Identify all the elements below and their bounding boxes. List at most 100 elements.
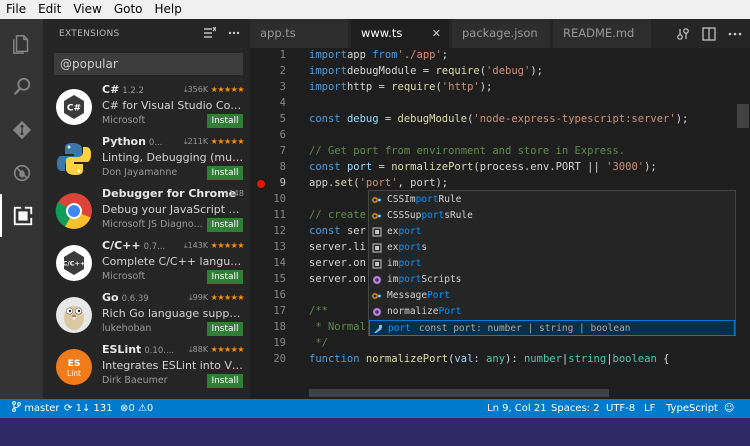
line-number: 3 [279, 81, 286, 93]
install-button[interactable]: Install [207, 374, 243, 388]
install-button[interactable]: Install [207, 166, 243, 180]
extension-item-go[interactable]: Go 0.6.39 ⤓99K ★★★★★ Rich Go language sup… [43, 290, 250, 342]
line-number: 2 [279, 65, 286, 77]
install-button[interactable]: Install [207, 270, 243, 284]
suggestion-label-part: im [387, 274, 399, 285]
line-number: 16 [273, 289, 286, 301]
menu-file[interactable]: File [0, 0, 32, 19]
extensions-list: C# C# 1.2.2 ⤓356K ★★★★★ C# for Visual Stu… [43, 82, 250, 394]
language-mode[interactable]: TypeScript [666, 399, 718, 418]
tab-label: README.md [563, 26, 635, 40]
module-icon [372, 227, 382, 237]
rating-stars: ★★★★★ [210, 85, 245, 94]
feedback-icon[interactable]: ☺ [724, 399, 734, 418]
clear-extensions-icon[interactable] [204, 26, 217, 42]
line-number: 11 [273, 209, 286, 221]
extensions-icon[interactable] [0, 194, 43, 237]
suggestion-item[interactable]: exports [369, 240, 735, 256]
code-token: debugModule [397, 113, 468, 125]
source-control-icon[interactable] [0, 108, 43, 151]
indentation[interactable]: Spaces: 2 [551, 399, 600, 418]
sync-status[interactable]: ⟳ 1↓ 131 [64, 399, 113, 418]
code-line: app.set('port', port); [309, 177, 448, 189]
menu-view[interactable]: View [67, 0, 107, 19]
code-token: import [309, 81, 347, 93]
code-token: app. [309, 177, 335, 189]
code-token: ); [479, 81, 493, 93]
vertical-scrollbar[interactable] [736, 48, 750, 399]
suggestion-item[interactable]: importScripts [369, 272, 735, 288]
module-icon [372, 243, 382, 253]
code-token: http = [346, 81, 392, 93]
code-token: : [473, 353, 487, 365]
split-editor-icon[interactable] [702, 26, 716, 45]
extension-name: Python [102, 135, 146, 148]
suggestion-item[interactable]: MessagePort [369, 288, 735, 304]
extension-publisher: Dirk Baeumer [102, 375, 168, 386]
install-button[interactable]: Install [207, 218, 243, 232]
suggestion-item[interactable]: port const port: number | string | boolea… [369, 320, 735, 336]
code-line: /** [309, 305, 328, 317]
line-number: 4 [279, 97, 286, 109]
extension-name: ESLint [102, 343, 142, 356]
scrollbar-thumb[interactable] [737, 104, 749, 128]
warning-count: 0 [146, 403, 154, 414]
tab-package-json[interactable]: package.json [452, 19, 550, 48]
more-actions-icon[interactable] [228, 27, 240, 42]
install-button[interactable]: Install [207, 322, 243, 336]
open-changes-icon[interactable] [676, 26, 690, 45]
extensions-search-input[interactable]: @popular [54, 53, 243, 75]
end-of-line[interactable]: LF [644, 399, 655, 418]
menu-goto[interactable]: Goto [108, 0, 149, 19]
code-line: const debug = debugModule('node-express-… [309, 113, 688, 125]
search-icon[interactable] [0, 65, 43, 108]
line-number: 15 [273, 273, 286, 285]
warning-icon: ⚠ [137, 403, 147, 414]
debug-icon[interactable] [0, 151, 43, 194]
code-token: debug [346, 113, 379, 125]
tab-www-ts[interactable]: www.ts ✕ [351, 19, 449, 48]
suggestion-item[interactable]: export [369, 224, 735, 240]
extension-publisher: Don Jayamanne [102, 167, 178, 178]
extension-item-debugger-for-chrome[interactable]: Debugger for Chrome ⤓148 Debug your Java… [43, 186, 250, 238]
menu-edit[interactable]: Edit [32, 0, 67, 19]
install-button[interactable]: Install [207, 114, 243, 128]
cursor-position[interactable]: Ln 9, Col 21 [487, 399, 547, 418]
problems-status[interactable]: ⊗0 ⚠0 [120, 399, 153, 418]
suggestion-item[interactable]: CSSSupportsRule [369, 208, 735, 224]
tab-label: package.json [462, 26, 538, 40]
code-token: import [309, 65, 347, 77]
csharp-logo-text: C# [67, 104, 81, 114]
extension-item-cpp[interactable]: C/C++ C/C++ 0.7... ⤓143K ★★★★★ Complete C… [43, 238, 250, 290]
more-actions-icon[interactable] [728, 26, 742, 45]
horizontal-scrollbar[interactable] [309, 389, 609, 397]
line-number: 10 [273, 193, 286, 205]
tab-app-ts[interactable]: app.ts [250, 19, 348, 48]
suggestion-item[interactable]: import [369, 256, 735, 272]
explorer-icon[interactable] [0, 22, 43, 65]
code-token: require [391, 81, 436, 93]
code-token: 'debug' [486, 65, 531, 77]
code-line: * Normal [309, 321, 366, 333]
line-number: 14 [273, 257, 286, 269]
close-tab-icon[interactable]: ✕ [432, 19, 441, 48]
code-line: // create [309, 209, 366, 221]
suggestion-item[interactable]: CSSImportRule [369, 192, 735, 208]
sync-counts: 1↓ 131 [75, 403, 113, 414]
suggestion-item[interactable]: normalizePort [369, 304, 735, 320]
tab-readme-md[interactable]: README.md [553, 19, 651, 48]
code-editor[interactable]: 1 2 3 4 5 6 7 8 9 10 11 12 13 14 15 16 1… [250, 48, 750, 399]
extension-version: 0.10.... [144, 346, 175, 356]
line-number: 20 [273, 353, 286, 365]
suggestion-label-part: im [387, 258, 399, 269]
error-count: 0 [128, 403, 135, 414]
git-branch[interactable]: master [12, 399, 59, 418]
menu-help[interactable]: Help [149, 0, 188, 19]
code-token: val [454, 353, 474, 365]
encoding[interactable]: UTF-8 [606, 399, 635, 418]
extension-item-eslint[interactable]: ES Lint ESLint 0.10.... ⤓88K ★★★★★ Integr… [43, 342, 250, 394]
extension-item-python[interactable]: Python 0... ⤓211K ★★★★★ Linting, Debuggin… [43, 134, 250, 186]
extension-item-csharp[interactable]: C# C# 1.2.2 ⤓356K ★★★★★ C# for Visual Stu… [43, 82, 250, 134]
suggestion-label-part: s [421, 242, 428, 253]
extension-downloads: 148 [228, 189, 244, 198]
